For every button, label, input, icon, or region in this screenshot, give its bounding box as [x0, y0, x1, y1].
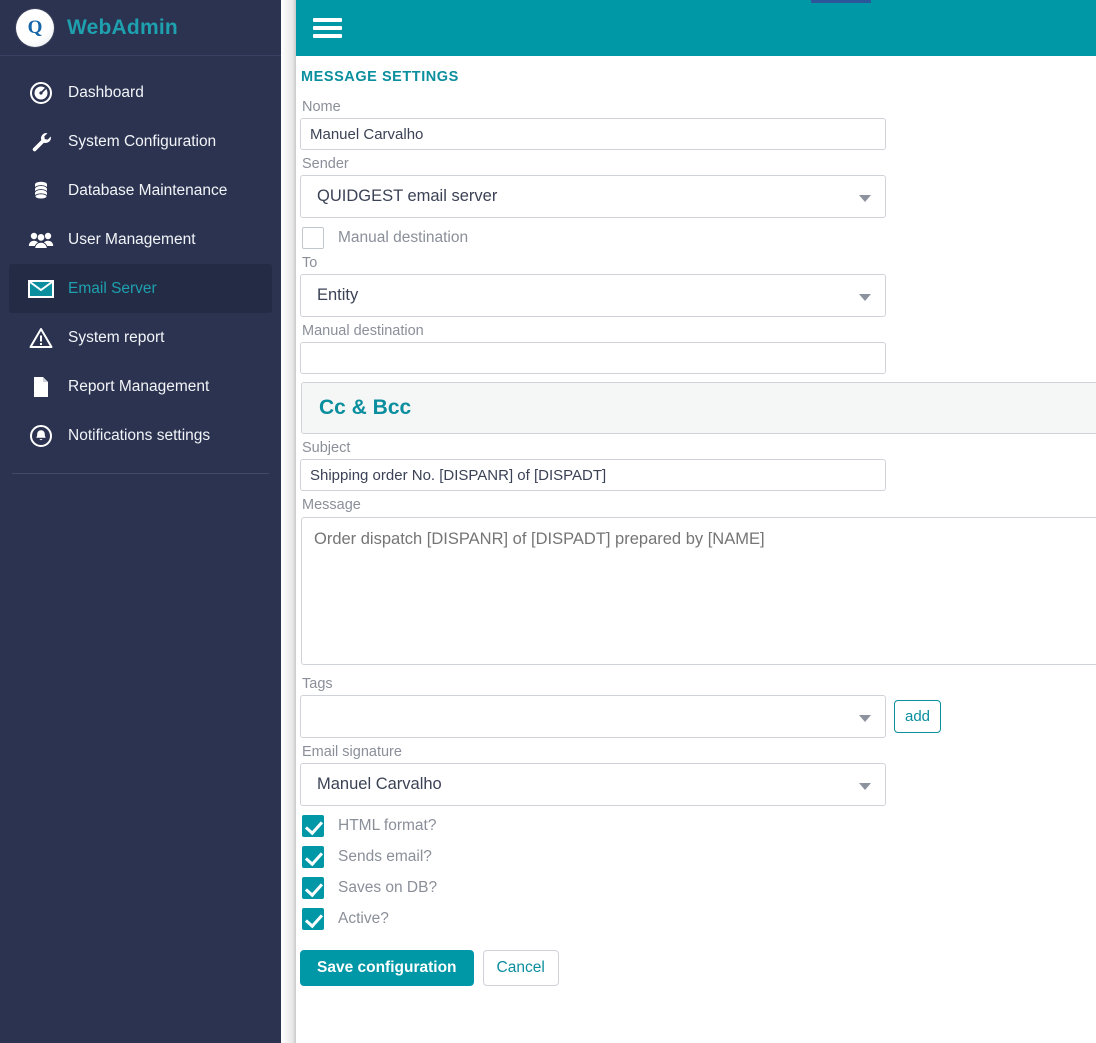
cancel-button[interactable]: Cancel	[482, 950, 559, 986]
sidebar-item-label: Database Maintenance	[68, 181, 228, 199]
sidebar: Q WebAdmin Dashboard System Configuratio…	[0, 0, 281, 1043]
sidebar-item-label: Report Management	[68, 377, 210, 395]
logo-letter: Q	[27, 17, 43, 38]
sidebar-nav: Dashboard System Configuration Database …	[0, 56, 281, 474]
wrench-icon	[27, 128, 55, 156]
page-title: MESSAGE SETTINGS	[301, 69, 459, 85]
sender-select-value: QUIDGEST email server	[317, 187, 498, 205]
chevron-down-icon	[859, 714, 871, 722]
sidebar-item-label: Dashboard	[68, 83, 144, 101]
sends-email-checkbox[interactable]	[302, 846, 324, 868]
document-icon	[27, 373, 55, 401]
chevron-down-icon	[859, 293, 871, 301]
active-label: Active?	[338, 910, 389, 927]
manual-destination-checkbox-label: Manual destination	[338, 229, 469, 246]
quidgest-logo-icon: Q	[16, 8, 54, 47]
sidebar-item-report-management[interactable]: Report Management	[9, 362, 272, 411]
email-signature-label: Email signature	[302, 744, 402, 760]
subject-label: Subject	[302, 440, 351, 456]
sender-label: Sender	[302, 156, 349, 172]
sidebar-item-label: System Configuration	[68, 132, 217, 150]
sidebar-item-user-management[interactable]: User Management	[9, 215, 272, 264]
active-checkbox-row[interactable]: Active?	[302, 908, 1096, 930]
sender-select[interactable]: QUIDGEST email server	[300, 175, 886, 218]
tags-row: add	[300, 695, 1096, 738]
cc-bcc-panel-title: Cc & Bcc	[319, 396, 412, 419]
bell-circle-icon	[27, 422, 55, 450]
add-tag-button[interactable]: add	[894, 700, 941, 733]
users-icon	[27, 226, 55, 254]
name-input[interactable]	[300, 118, 886, 150]
page-load-progress-bar	[811, 0, 871, 3]
options-checkbox-group: HTML format? Sends email? Saves on DB? A…	[300, 815, 1096, 930]
email-signature-select[interactable]: Manuel Carvalho	[300, 763, 886, 806]
sidebar-divider	[12, 473, 269, 474]
manual-destination-input[interactable]	[300, 342, 886, 374]
brand-header: Q WebAdmin	[0, 0, 281, 56]
html-format-label: HTML format?	[338, 817, 437, 834]
sidebar-item-system-configuration[interactable]: System Configuration	[9, 117, 272, 166]
envelope-icon	[27, 275, 55, 303]
manual-destination-label: Manual destination	[302, 323, 424, 339]
manual-destination-checkbox-row[interactable]: Manual destination	[302, 227, 1096, 249]
sidebar-item-database-maintenance[interactable]: Database Maintenance	[9, 166, 272, 215]
name-label: Nome	[302, 99, 341, 115]
to-select-value: Entity	[317, 286, 359, 304]
html-format-checkbox-row[interactable]: HTML format?	[302, 815, 1096, 837]
sends-email-label: Sends email?	[338, 848, 432, 865]
form-container: MESSAGE SETTINGS Nome Sender QUIDGEST em…	[296, 56, 1096, 1010]
database-icon	[27, 177, 55, 205]
tags-select[interactable]	[300, 695, 886, 738]
tags-label: Tags	[302, 676, 333, 692]
email-signature-select-value: Manuel Carvalho	[317, 775, 442, 793]
form-actions: Save configuration Cancel	[300, 950, 1096, 1010]
sidebar-item-dashboard[interactable]: Dashboard	[9, 68, 272, 117]
to-select[interactable]: Entity	[300, 274, 886, 317]
message-label: Message	[302, 497, 361, 513]
saves-on-db-checkbox-row[interactable]: Saves on DB?	[302, 877, 1096, 899]
sidebar-item-label: User Management	[68, 230, 196, 248]
manual-destination-checkbox[interactable]	[302, 227, 324, 249]
subject-input[interactable]	[300, 459, 886, 491]
chevron-down-icon	[859, 194, 871, 202]
sidebar-item-label: Email Server	[68, 279, 157, 297]
sends-email-checkbox-row[interactable]: Sends email?	[302, 846, 1096, 868]
sidebar-item-notifications-settings[interactable]: Notifications settings	[9, 411, 272, 460]
sidebar-item-email-server[interactable]: Email Server	[9, 264, 272, 313]
app-root: Q WebAdmin Dashboard System Configuratio…	[0, 0, 1096, 1043]
warning-triangle-icon	[27, 324, 55, 352]
dashboard-gauge-icon	[27, 79, 55, 107]
html-format-checkbox[interactable]	[302, 815, 324, 837]
sidebar-item-system-report[interactable]: System report	[9, 313, 272, 362]
message-textarea[interactable]	[301, 517, 1096, 665]
main-content: MESSAGE SETTINGS Nome Sender QUIDGEST em…	[296, 0, 1096, 1043]
active-checkbox[interactable]	[302, 908, 324, 930]
sidebar-item-label: Notifications settings	[68, 426, 211, 444]
sidebar-item-label: System report	[68, 328, 165, 346]
to-label: To	[302, 255, 318, 271]
saves-on-db-label: Saves on DB?	[338, 879, 438, 896]
hamburger-menu-icon[interactable]	[313, 11, 342, 45]
brand-title: WebAdmin	[67, 15, 178, 39]
top-bar	[296, 0, 1096, 56]
chevron-down-icon	[859, 782, 871, 790]
sidebar-content-gutter	[281, 0, 296, 1043]
saves-on-db-checkbox[interactable]	[302, 877, 324, 899]
cc-bcc-panel-header[interactable]: Cc & Bcc	[301, 382, 1096, 434]
save-configuration-button[interactable]: Save configuration	[300, 950, 474, 986]
